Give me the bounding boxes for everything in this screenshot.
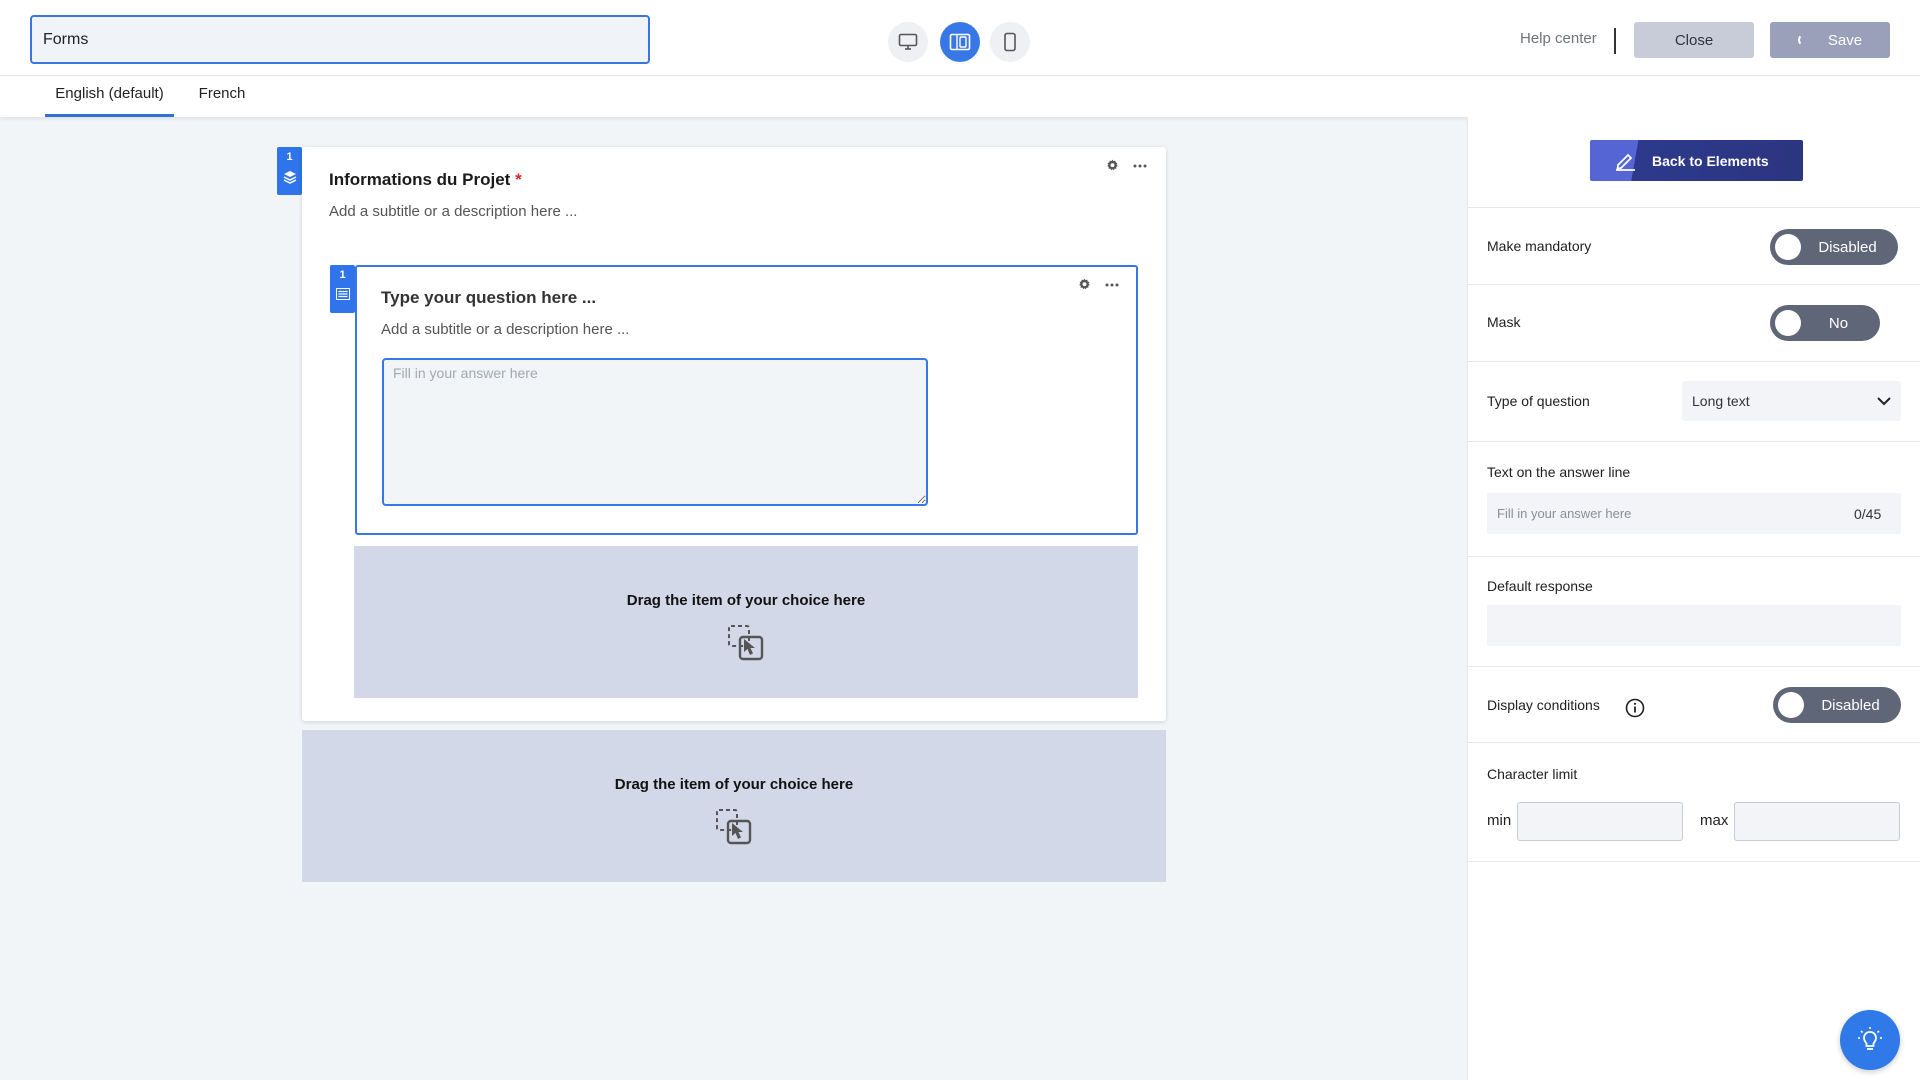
section-number: 1	[286, 151, 293, 163]
edit-icon	[1616, 153, 1635, 171]
chevron-down-icon	[1877, 396, 1891, 405]
divider	[1614, 28, 1616, 54]
make-mandatory-toggle[interactable]: Disabled	[1770, 229, 1898, 265]
answer-line-counter: 0/45	[1854, 506, 1882, 522]
section-title-text: Informations du Projet	[329, 170, 511, 189]
drag-drop-icon	[716, 809, 752, 845]
dropzone-label: Drag the item of your choice here	[626, 592, 866, 609]
tab-english[interactable]: English (default)	[45, 76, 174, 117]
default-response-input[interactable]	[1487, 605, 1901, 646]
mask-label: Mask	[1487, 314, 1521, 330]
toggle-knob	[1775, 310, 1801, 336]
question-number: 1	[339, 269, 346, 281]
toggle-knob	[1775, 234, 1801, 260]
type-of-question-label: Type of question	[1487, 393, 1590, 409]
toggle-state: No	[1828, 314, 1849, 332]
character-limit-label: Character limit	[1487, 766, 1578, 782]
long-text-icon	[335, 288, 350, 300]
mask-toggle[interactable]: No	[1770, 305, 1880, 341]
selected-type: Long text	[1692, 393, 1750, 409]
default-response-label: Default response	[1487, 578, 1593, 594]
desktop-view-button[interactable]	[888, 22, 928, 62]
dropzone-label: Drag the item of your choice here	[614, 776, 854, 793]
display-conditions-toggle[interactable]: Disabled	[1773, 687, 1901, 723]
inner-dropzone[interactable]: Drag the item of your choice here	[354, 546, 1138, 698]
drag-drop-icon	[728, 625, 764, 661]
max-input[interactable]	[1734, 802, 1900, 841]
question-badge: 1	[330, 265, 355, 313]
save-button[interactable]: Save	[1770, 22, 1890, 58]
more-icon[interactable]	[1133, 164, 1147, 168]
split-view-icon	[949, 33, 971, 51]
question-subtitle[interactable]: Add a subtitle or a description here ...	[381, 321, 629, 338]
answer-line-label: Text on the answer line	[1487, 464, 1631, 480]
help-center-link[interactable]: Help center	[1520, 30, 1597, 47]
required-mark: *	[515, 170, 522, 189]
mobile-icon	[1004, 32, 1016, 52]
lightbulb-icon	[1858, 1027, 1882, 1050]
question-title[interactable]: Type your question here ...	[381, 288, 596, 308]
top-bar: Help center Close Save	[0, 0, 1920, 76]
section-actions	[1106, 159, 1147, 172]
mobile-view-button[interactable]	[990, 22, 1030, 62]
answer-textarea[interactable]	[382, 358, 928, 506]
section-title[interactable]: Informations du Projet *	[329, 170, 522, 190]
split-view-button[interactable]	[940, 22, 980, 62]
min-label: min	[1487, 812, 1512, 829]
language-tabs: English (default) French	[0, 76, 1920, 117]
question-actions	[1078, 278, 1119, 291]
save-label: Save	[1827, 31, 1863, 49]
make-mandatory-label: Make mandatory	[1487, 238, 1592, 254]
tips-button[interactable]	[1840, 1010, 1900, 1070]
gear-icon[interactable]	[1106, 159, 1119, 172]
loading-spinner-icon	[1797, 34, 1810, 46]
display-conditions-label: Display conditions	[1487, 697, 1600, 713]
section-subtitle[interactable]: Add a subtitle or a description here ...	[329, 203, 577, 220]
max-label: max	[1700, 812, 1729, 829]
close-button[interactable]: Close	[1634, 22, 1754, 58]
layers-icon	[283, 171, 296, 184]
section-badge: 1	[277, 147, 302, 195]
desktop-icon	[898, 33, 918, 50]
back-to-elements-button[interactable]: Back to Elements	[1590, 140, 1803, 181]
back-label: Back to Elements	[1652, 152, 1769, 169]
more-icon[interactable]	[1105, 283, 1119, 287]
form-title-input[interactable]	[30, 15, 650, 64]
toggle-knob	[1778, 692, 1804, 718]
tab-french[interactable]: French	[190, 76, 254, 117]
gear-icon[interactable]	[1078, 278, 1091, 291]
min-input[interactable]	[1517, 802, 1683, 841]
type-of-question-select[interactable]: Long text	[1682, 381, 1901, 421]
info-icon[interactable]	[1625, 698, 1645, 718]
outer-dropzone[interactable]: Drag the item of your choice here	[302, 730, 1166, 882]
toggle-state: Disabled	[1821, 696, 1880, 714]
toggle-state: Disabled	[1818, 238, 1877, 256]
answer-line-input[interactable]	[1487, 493, 1901, 534]
